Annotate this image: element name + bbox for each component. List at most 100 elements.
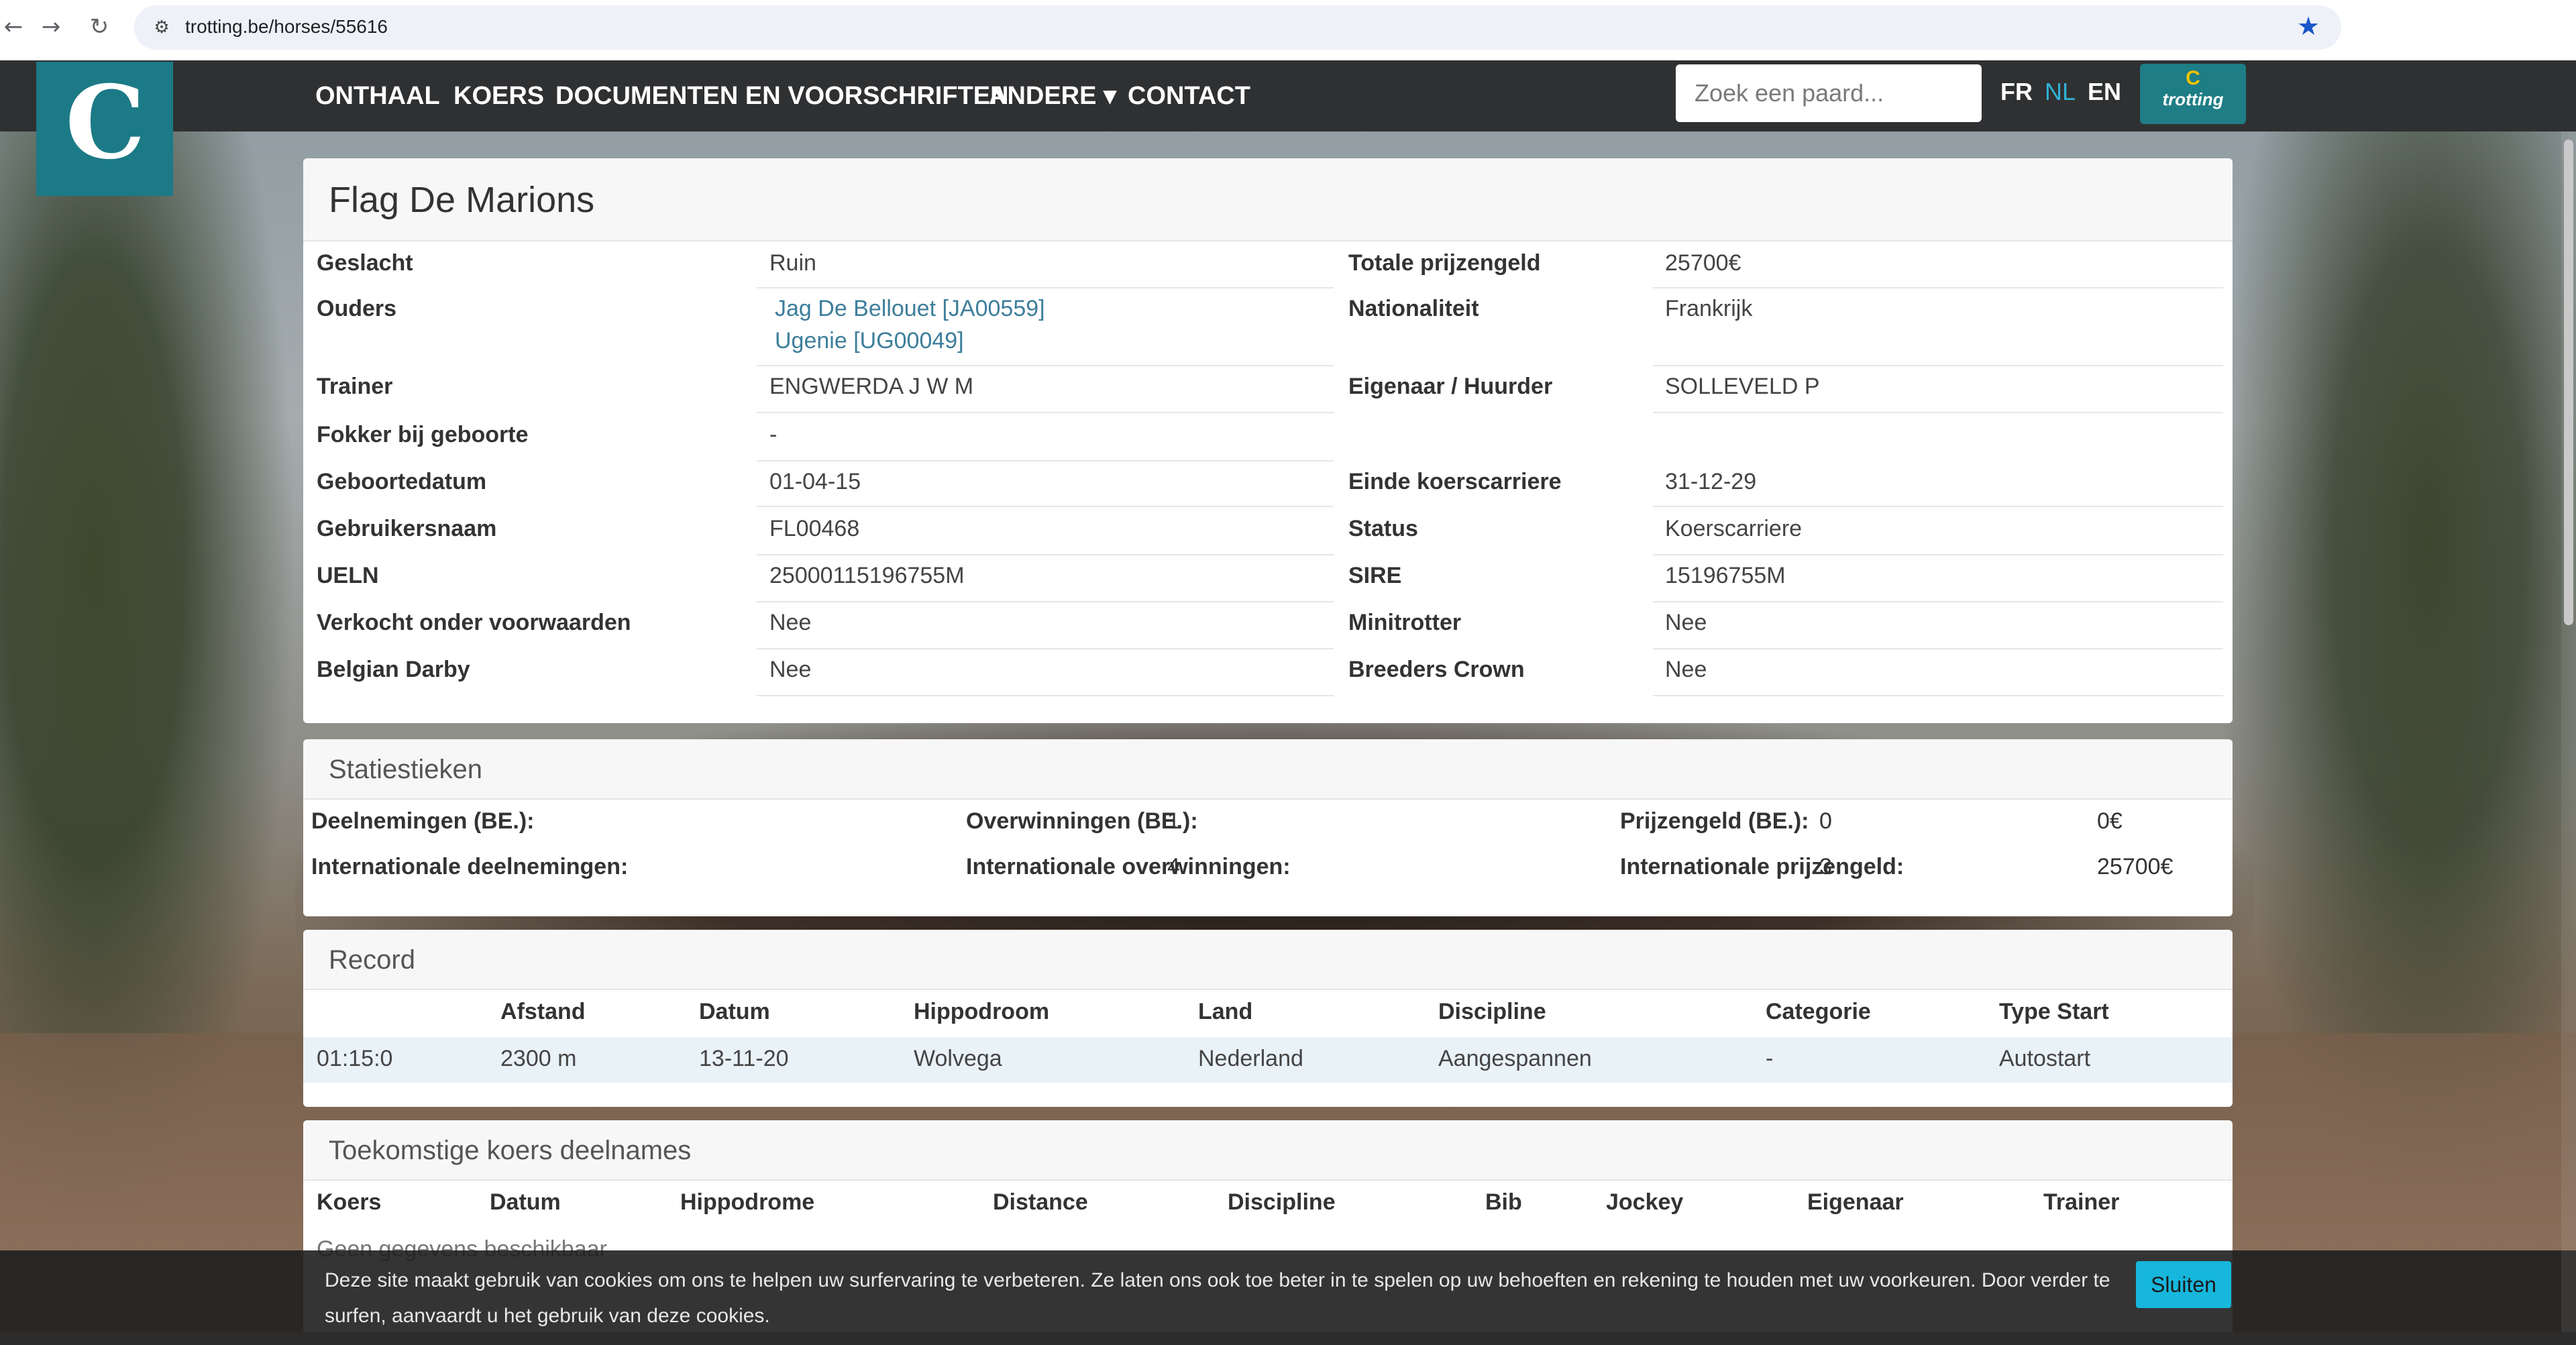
future-races-header: Toekomstige koers deelnames	[303, 1120, 2233, 1181]
statistics-card: Statiestieken Deelnemingen (BE.): 1 Over…	[303, 739, 2233, 916]
row-divider	[757, 460, 1334, 462]
record-col-header: Afstand	[500, 999, 586, 1024]
row-divider	[1653, 287, 2223, 288]
record-cell: 2300 m	[500, 1046, 577, 1071]
detail-label: Belgian Darby	[317, 657, 470, 682]
detail-value: Nee	[1665, 657, 1707, 682]
record-cell-time: 01:15:0	[317, 1046, 393, 1071]
detail-label: Status	[1348, 516, 1418, 541]
statistics-header: Statiestieken	[303, 739, 2233, 800]
stat-label: Overwinningen (BE.):	[966, 808, 1198, 834]
detail-value: Frankrijk	[1665, 296, 1753, 321]
cookie-close-button[interactable]: Sluiten	[2136, 1261, 2231, 1308]
row-divider	[1653, 506, 2223, 507]
record-cell: 13-11-20	[699, 1046, 789, 1071]
detail-label: Trainer	[317, 374, 393, 399]
future-col-header: Datum	[490, 1189, 561, 1215]
forward-icon[interactable]: →	[38, 13, 64, 40]
detail-value: Koerscarriere	[1665, 516, 1803, 541]
record-col-header: Categorie	[1766, 999, 1871, 1024]
future-col-header: Jockey	[1606, 1189, 1684, 1215]
nav-item-onthaal[interactable]: ONTHAAL	[315, 79, 440, 113]
bookmark-star-icon[interactable]: ★	[2292, 9, 2325, 43]
row-divider	[757, 365, 1334, 366]
horse-search-input[interactable]	[1676, 64, 1982, 122]
nav-item-andere-dropdown[interactable]: ANDERE ▾	[989, 79, 1116, 113]
nav-item-koers[interactable]: KOERS	[453, 79, 544, 113]
row-divider	[757, 601, 1334, 602]
detail-value: 15196755M	[1665, 563, 1786, 588]
detail-label: Nationaliteit	[1348, 296, 1479, 321]
detail-value: SOLLEVELD P	[1665, 374, 1820, 399]
record-title: Record	[329, 945, 415, 975]
trotting-pro-badge[interactable]: C trotting	[2140, 64, 2246, 124]
detail-label: Geslacht	[317, 250, 413, 276]
scrollbar-thumb[interactable]	[2564, 140, 2573, 625]
record-col-header: Hippodroom	[914, 999, 1050, 1024]
detail-label: Einde koerscarriere	[1348, 469, 1562, 494]
record-cell: Autostart	[1999, 1046, 2091, 1071]
back-icon[interactable]: ←	[0, 13, 27, 40]
record-col-header: Type Start	[1999, 999, 2109, 1024]
record-col-header: Land	[1198, 999, 1253, 1024]
stat-label: Internationale deelnemingen:	[311, 854, 629, 879]
badge-label: trotting	[2162, 89, 2224, 109]
future-col-header: Trainer	[2043, 1189, 2120, 1215]
lang-nl-active[interactable]: NL	[2045, 75, 2076, 109]
detail-label: Verkocht onder voorwaarden	[317, 610, 631, 635]
lang-en[interactable]: EN	[2088, 75, 2121, 109]
detail-value: FL00468	[769, 516, 860, 541]
record-col-header: Discipline	[1438, 999, 1546, 1024]
detail-value: Nee	[769, 610, 812, 635]
stat-label: Prijzengeld (BE.):	[1620, 808, 1809, 834]
row-divider	[757, 648, 1334, 649]
page-bottom-strip	[0, 1332, 2576, 1345]
detail-label: Totale prijzengeld	[1348, 250, 1541, 276]
record-card: Record Afstand Datum Hippodroom Land Dis…	[303, 930, 2233, 1107]
row-divider	[1653, 412, 2223, 413]
horse-card-header: Flag De Marions	[303, 158, 2233, 241]
detail-label: Minitrotter	[1348, 610, 1462, 635]
record-cell: Wolvega	[914, 1046, 1002, 1071]
site-info-icon[interactable]: ⚙	[149, 15, 174, 40]
nav-item-contact[interactable]: CONTACT	[1128, 79, 1250, 113]
horse-name: Flag De Marions	[329, 180, 595, 220]
record-cell: Aangespannen	[1438, 1046, 1592, 1071]
detail-label: Eigenaar / Huurder	[1348, 374, 1553, 399]
detail-value: 31-12-29	[1665, 469, 1757, 494]
future-col-header: Eigenaar	[1807, 1189, 1904, 1215]
row-divider	[757, 412, 1334, 413]
lang-fr[interactable]: FR	[2000, 75, 2033, 109]
record-cell: Nederland	[1198, 1046, 1303, 1071]
record-col-header: Datum	[699, 999, 770, 1024]
detail-label: UELN	[317, 563, 379, 588]
record-cell: -	[1766, 1046, 1774, 1071]
row-divider	[1653, 695, 2223, 696]
detail-label: Geboortedatum	[317, 469, 487, 494]
detail-value: 01-04-15	[769, 469, 861, 494]
row-divider	[1653, 365, 2223, 366]
detail-value: 25000115196755M	[769, 563, 965, 588]
row-divider	[757, 554, 1334, 555]
statistics-title: Statiestieken	[329, 755, 483, 784]
future-col-header: Bib	[1485, 1189, 1522, 1215]
dam-link[interactable]: Ugenie [UG00049]	[775, 326, 964, 356]
stat-value: 0€	[2097, 808, 2123, 834]
site-logo[interactable]: C	[36, 62, 173, 196]
detail-value: Nee	[1665, 610, 1707, 635]
url-text[interactable]: trotting.be/horses/55616	[185, 12, 388, 42]
stat-value: 0	[1819, 808, 1832, 834]
horse-detail-card: Flag De Marions Geslacht Ruin Ouders Jag…	[303, 158, 2233, 723]
stat-value: 25700€	[2097, 854, 2174, 879]
detail-value: 25700€	[1665, 250, 1741, 276]
address-bar[interactable]	[134, 5, 2341, 50]
future-col-header: Koers	[317, 1189, 382, 1215]
detail-label: SIRE	[1348, 563, 1402, 588]
future-col-header: Hippodrome	[680, 1189, 815, 1215]
detail-value: Nee	[769, 657, 812, 682]
nav-item-documenten[interactable]: DOCUMENTEN EN VOORSCHRIFTEN	[555, 79, 1009, 113]
reload-icon[interactable]: ↻	[86, 13, 113, 40]
detail-label: Gebruikersnaam	[317, 516, 497, 541]
record-header: Record	[303, 930, 2233, 990]
sire-link[interactable]: Jag De Bellouet [JA00559]	[775, 294, 1045, 323]
